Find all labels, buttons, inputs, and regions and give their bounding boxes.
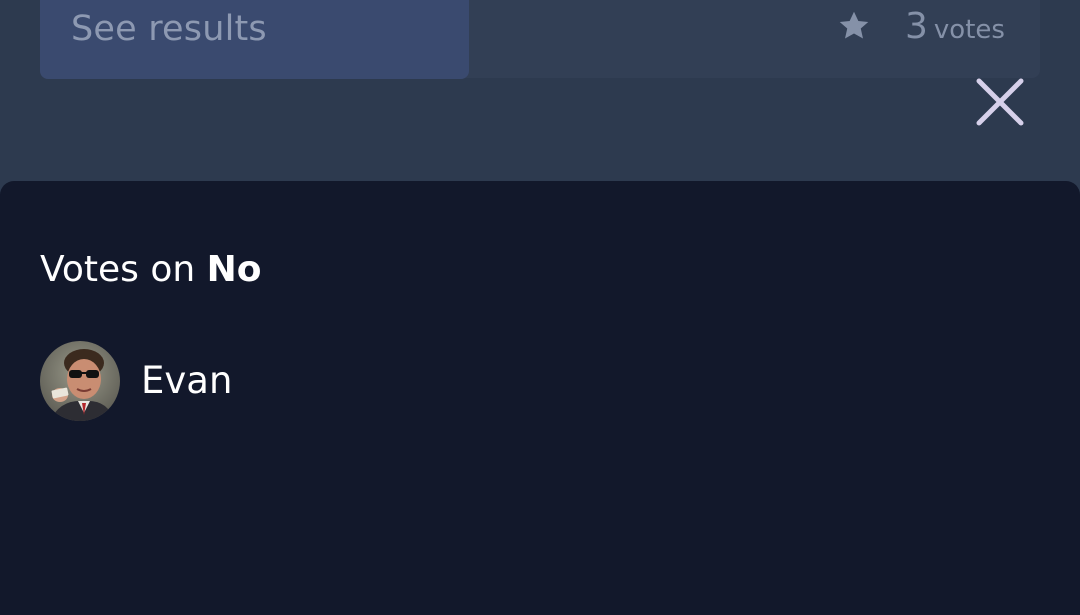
- vote-count: 3 votes: [905, 4, 1005, 53]
- star-icon: [839, 11, 869, 39]
- voter-name: Evan: [141, 359, 233, 402]
- avatar: [40, 341, 120, 421]
- vote-count-number: 3: [905, 6, 928, 47]
- sheet-title-option: No: [206, 249, 262, 290]
- sheet-title: Votes on No: [40, 246, 261, 294]
- sheet-title-prefix: Votes on: [40, 249, 207, 290]
- voter-list-item[interactable]: Evan: [40, 341, 640, 421]
- see-results-button[interactable]: See results: [40, 0, 469, 79]
- vote-count-unit: votes: [933, 15, 1005, 45]
- close-icon[interactable]: [970, 72, 1030, 132]
- votes-bottom-sheet: Votes on No Evan: [0, 181, 1080, 615]
- poll-background: See results 3 votes: [0, 0, 1080, 190]
